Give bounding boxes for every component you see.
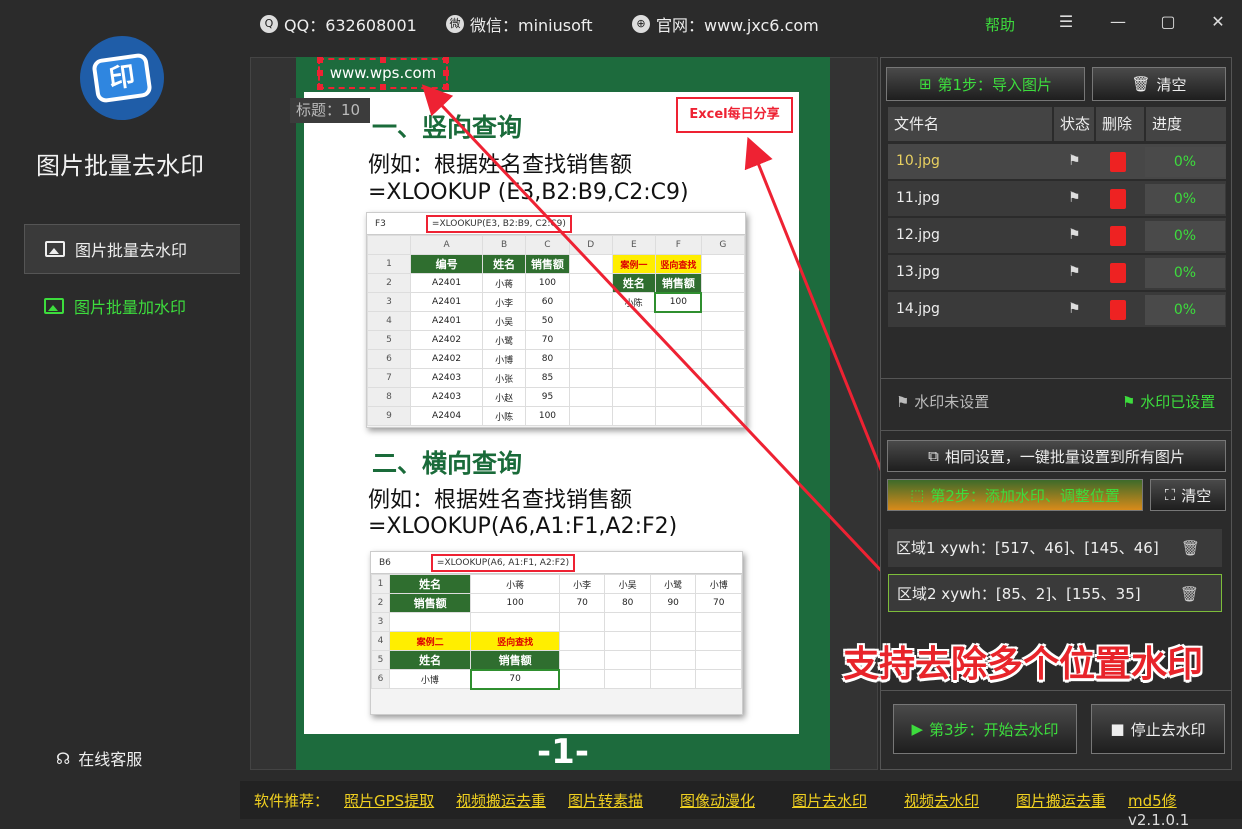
promo-text: 支持去除多个位置水印 [843, 644, 1204, 685]
stop-remove-button[interactable]: ■ 停止去水印 [1091, 704, 1225, 754]
flag-icon: ⚑ [1122, 393, 1141, 411]
recommend-link[interactable]: 图片搬运去重 [1016, 790, 1106, 811]
flag-icon: ⚑ [1068, 227, 1081, 243]
trash-icon[interactable]: 🗑 [1181, 529, 1200, 567]
play-icon: ▶ [911, 720, 923, 738]
progress-value: 0% [1145, 184, 1225, 214]
progress-value: 0% [1145, 258, 1225, 288]
file-name: 14.jpg [896, 301, 940, 317]
divider [880, 690, 1232, 691]
recommend-link[interactable]: 照片GPS提取 [344, 790, 434, 811]
start-remove-button[interactable]: ▶ 第3步：开始去水印 [893, 704, 1077, 754]
col-delete: 删除 [1096, 107, 1144, 141]
progress-value: 0% [1145, 147, 1225, 177]
table-row[interactable]: 14.jpg ⚑ 0% [888, 291, 1226, 327]
version-info: md5修 v2.1.0.1 [1128, 792, 1190, 829]
flag-icon: ⚑ [896, 393, 915, 411]
file-name: 13.jpg [896, 264, 940, 280]
file-name: 11.jpg [896, 190, 940, 206]
region-item[interactable]: 区域2 xywh：[85、2]、[155、35] 🗑 [888, 574, 1222, 612]
delete-icon[interactable] [1110, 226, 1126, 246]
add-icon: ⊞ [918, 75, 932, 93]
recommend-link[interactable]: 图片转素描 [568, 790, 643, 811]
file-name: 12.jpg [896, 227, 940, 243]
table-row[interactable]: 13.jpg ⚑ 0% [888, 254, 1226, 290]
trash-icon[interactable]: 🗑 [1180, 575, 1199, 613]
stop-icon: ■ [1110, 720, 1125, 738]
import-images-button[interactable]: ⊞ 第1步：导入图片 [886, 67, 1085, 101]
legend-set: ⚑ 水印已设置 [1122, 393, 1216, 411]
delete-icon[interactable] [1110, 189, 1126, 209]
file-name: 10.jpg [896, 153, 940, 169]
divider [880, 378, 1232, 379]
col-filename: 文件名 [888, 107, 1052, 141]
md5-link[interactable]: md5修 [1128, 792, 1177, 810]
expand-icon: ⛶ [1164, 486, 1176, 504]
divider [880, 430, 1232, 431]
recommend-link[interactable]: 视频搬运去重 [456, 790, 546, 811]
trash-icon: 🗑 [1131, 75, 1151, 93]
recommend-link[interactable]: 图片去水印 [792, 790, 867, 811]
progress-value: 0% [1145, 221, 1225, 251]
progress-value: 0% [1145, 295, 1225, 325]
table-row[interactable]: 11.jpg ⚑ 0% [888, 180, 1226, 216]
delete-icon[interactable] [1110, 152, 1126, 172]
clear-files-button[interactable]: 🗑 清空 [1092, 67, 1226, 101]
recommend-link[interactable]: 视频去水印 [904, 790, 979, 811]
delete-icon[interactable] [1110, 300, 1126, 320]
recommend-link[interactable]: 图像动漫化 [680, 790, 755, 811]
table-row[interactable]: 10.jpg ⚑ 0% [888, 143, 1226, 179]
file-table: 文件名 状态 删除 进度 10.jpg ⚑ 0% 11.jpg ⚑ 0% 12.… [888, 107, 1226, 327]
table-row[interactable]: 12.jpg ⚑ 0% [888, 217, 1226, 253]
flag-icon: ⚑ [1068, 190, 1081, 206]
clear-regions-button[interactable]: ⛶ 清空 [1150, 479, 1226, 511]
recommend-label: 软件推荐： [254, 792, 330, 810]
bottom-bar: 软件推荐： 照片GPS提取 视频搬运去重 图片转素描 图像动漫化 图片去水印 视… [240, 781, 1242, 829]
col-progress: 进度 [1146, 107, 1226, 141]
flag-icon: ⚑ [1068, 264, 1081, 280]
legend-unset: ⚑ 水印未设置 [896, 393, 990, 411]
select-icon: ⬚ [910, 486, 925, 504]
delete-icon[interactable] [1110, 263, 1126, 283]
apply-all-button[interactable]: ⧉ 相同设置，一键批量设置到所有图片 [887, 440, 1226, 472]
col-status: 状态 [1054, 107, 1094, 141]
flag-icon: ⚑ [1068, 153, 1081, 169]
region-item[interactable]: 区域1 xywh：[517、46]、[145、46] 🗑 [888, 529, 1222, 567]
flag-icon: ⚑ [1068, 301, 1081, 317]
add-watermark-region-button[interactable]: ⬚ 第2步：添加水印、调整位置 [887, 479, 1143, 511]
copy-icon: ⧉ [928, 447, 939, 465]
arrow-line [421, 84, 890, 580]
